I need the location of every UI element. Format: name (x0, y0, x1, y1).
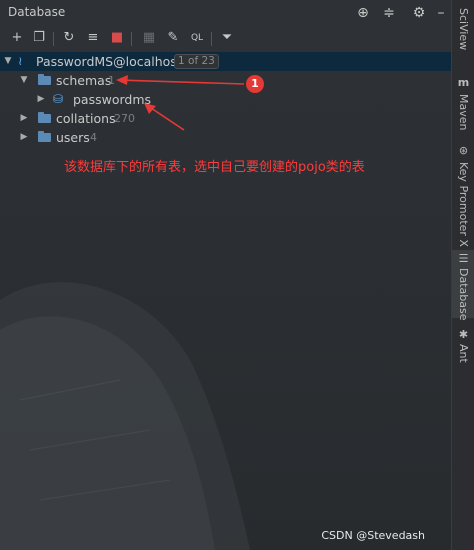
stop-icon[interactable]: ■ (108, 29, 126, 47)
tab-ant[interactable]: ✱ Ant (452, 326, 474, 366)
collations-label: collations (56, 111, 116, 126)
filter-icon[interactable]: ⏷ (218, 29, 236, 47)
add-icon[interactable]: + (8, 29, 26, 47)
schema-count-badge: 1 of 23 (174, 54, 219, 69)
collapse-arrow-icon[interactable]: ▶ (19, 109, 29, 128)
tab-database-label: Database (457, 268, 470, 321)
minimize-icon[interactable]: – (432, 4, 450, 22)
users-count: 4 (90, 131, 97, 144)
database-panel: Database ⊕ ≑ ⚙ – + ❐ ↻ ≡ ■ ▦ ✎ QL ⏷ ▼ ≀ … (0, 0, 451, 550)
annotation-text: 该数据库下的所有表，选中自己要创建的pojo类的表 (64, 160, 365, 175)
table-icon[interactable]: ▦ (140, 29, 158, 47)
tree-node-passwordms[interactable]: ▶ ⛁ passwordms (0, 90, 451, 109)
collapse-all-icon[interactable]: ≑ (380, 4, 398, 22)
database-icon: ☰ (458, 252, 469, 265)
toolbar-divider (131, 32, 132, 46)
folder-icon (38, 74, 51, 85)
gear-icon[interactable]: ⚙ (410, 4, 428, 22)
crosshair-icon[interactable]: ⊕ (354, 4, 372, 22)
passwordms-label: passwordms (73, 92, 152, 107)
schema-icon: ⛁ (53, 92, 64, 106)
tree-node-schemas[interactable]: ▼ schemas 1 (0, 71, 451, 90)
users-label: users (56, 130, 90, 145)
mysql-icon: ≀ (18, 54, 23, 68)
tree-node-users[interactable]: ▶ users 4 (0, 128, 451, 147)
panel-title-bar: Database ⊕ ≑ ⚙ – (0, 0, 451, 26)
edit-properties-icon[interactable]: ≡ (84, 29, 102, 47)
watermark: CSDN @Stevedash (321, 529, 425, 542)
console-icon[interactable]: QL (188, 29, 206, 47)
tab-ant-label: Ant (457, 344, 470, 363)
tab-sciview[interactable]: SciView (452, 4, 474, 60)
right-tool-sidebar: SciView m Maven ⊛ Key Promoter X ☰ Datab… (451, 0, 474, 550)
tab-maven[interactable]: m Maven (452, 74, 474, 130)
copy-icon[interactable]: ❐ (30, 29, 48, 47)
collapse-arrow-icon[interactable]: ▶ (19, 128, 29, 147)
tab-key-promoter-x[interactable]: ⊛ Key Promoter X (452, 142, 474, 247)
panel-title: Database (8, 5, 66, 19)
collations-count: 270 (114, 112, 135, 125)
expand-arrow-icon[interactable]: ▼ (3, 52, 13, 71)
tab-key-promoter-label: Key Promoter X (457, 162, 470, 247)
folder-icon (38, 112, 51, 123)
ant-icon: ✱ (458, 328, 469, 341)
annotation-marker: 1 (246, 75, 264, 93)
toolbar-divider (53, 32, 54, 46)
schemas-label: schemas (56, 73, 112, 88)
folder-icon (38, 131, 51, 142)
datasource-label: PasswordMS@localhost (36, 54, 182, 69)
key-promoter-icon: ⊛ (458, 144, 469, 157)
tree-node-collations[interactable]: ▶ collations 270 (0, 109, 451, 128)
panel-toolbar: + ❐ ↻ ≡ ■ ▦ ✎ QL ⏷ (0, 26, 451, 52)
schemas-count: 1 (108, 74, 115, 87)
tab-database[interactable]: ☰ Database (452, 250, 474, 321)
expand-arrow-icon[interactable]: ▼ (19, 71, 29, 90)
tree-node-datasource[interactable]: ▼ ≀ PasswordMS@localhost 1 of 23 (0, 52, 451, 71)
tab-maven-label: Maven (457, 94, 470, 131)
tab-sciview-label: SciView (457, 8, 470, 51)
toolbar-divider (211, 32, 212, 46)
edit-icon[interactable]: ✎ (164, 29, 182, 47)
maven-icon: m (457, 76, 470, 89)
collapse-arrow-icon[interactable]: ▶ (36, 90, 46, 109)
refresh-icon[interactable]: ↻ (60, 29, 78, 47)
